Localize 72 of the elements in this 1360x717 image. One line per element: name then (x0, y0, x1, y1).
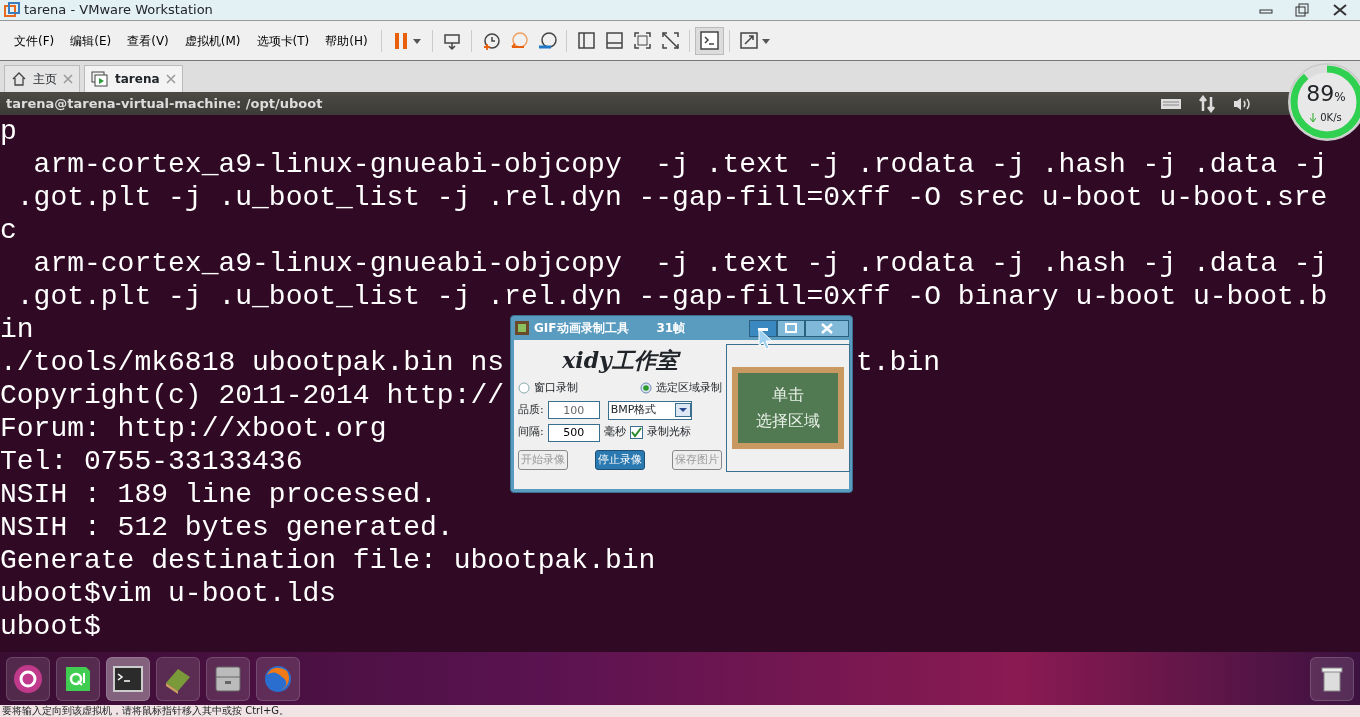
launcher-item[interactable] (6, 656, 50, 701)
terminal-line: Tel: 0755-33133436 (0, 445, 303, 478)
menu-item[interactable]: 编辑(E) (62, 31, 120, 50)
console-icon (698, 29, 720, 52)
terminal-line: uboot$ (0, 610, 101, 643)
crossed-frame-icon (659, 29, 680, 52)
checkbox-icon (629, 426, 643, 439)
chalkboard-panel[interactable]: 单击 选择区域 (726, 344, 850, 472)
window-title: tarena - VMware Workstation (24, 1, 213, 20)
sidebar-icon (575, 29, 596, 52)
terminal-line: c (0, 214, 17, 247)
vm-play-icon (91, 71, 109, 87)
panel-icon (603, 29, 624, 52)
menu-item[interactable]: 文件(F) (6, 31, 63, 50)
home-icon (11, 71, 27, 87)
dialog-title: GIF动画录制工具 (534, 320, 629, 337)
frame-count: 31帧 (656, 320, 686, 337)
terminal-line: arm-cortex_a9-linux-gnueabi-objcopy -j .text -j .rodata -j .hash -j .data -j (32, 247, 1328, 280)
usage-unit: % (1334, 89, 1346, 106)
radio-option[interactable]: 窗口录制 (518, 380, 578, 397)
app-logo-icon (4, 2, 20, 18)
down-arrow-icon (1310, 112, 1317, 123)
launcher-item[interactable] (206, 656, 250, 701)
terminal-line: .got.plt -j .u_boot_list -j .rel.dyn --gap-fill=0xff -O srec u-boot u-boot.sre (15, 181, 1328, 214)
chalkboard-text: 选择区域 (756, 410, 820, 432)
terminal-line: t.bin (856, 346, 941, 379)
tab[interactable]: tarena (84, 65, 183, 92)
recorder-button[interactable]: 停止录像 (595, 449, 645, 470)
terminal-line: in (0, 313, 34, 346)
menu-item[interactable]: 查看(V) (119, 31, 177, 50)
transfer-arrows-icon (1198, 94, 1216, 113)
terminal-line: NSIH : 189 line processed. (0, 478, 437, 511)
terminal-line: ./tools/mk6818 ubootpak.bin ns (0, 346, 505, 379)
speed-text: 0K/s (1320, 111, 1342, 125)
checkbox-option[interactable]: 录制光标 (629, 424, 691, 441)
logo-text: xidy工作室 (518, 344, 722, 376)
menu-item[interactable]: 选项卡(T) (248, 31, 318, 50)
film-app-icon (514, 320, 530, 336)
trash-launcher-item[interactable] (1310, 656, 1354, 701)
unit-label: 毫秒 (603, 424, 626, 441)
launcher-item[interactable] (56, 656, 100, 701)
cursor-icon (758, 328, 774, 350)
terminal-line: Copyright(c) 2011-2014 http:// (0, 379, 505, 412)
maximize-icon[interactable] (777, 319, 805, 337)
minimize-icon[interactable] (749, 319, 777, 337)
menu-item[interactable]: 帮助(H) (317, 31, 376, 50)
menu-item[interactable]: 虚拟机(M) (176, 31, 249, 50)
format-select[interactable]: BMP格式 (607, 400, 692, 420)
volume-icon (1232, 95, 1252, 112)
terminal-title: tarena@tarena-virtual-machine: /opt/uboot (6, 94, 323, 113)
usage-value: 89 (1306, 80, 1335, 108)
terminal-line: Generate destination file: ubootpak.bin (0, 544, 656, 577)
terminal-line: NSIH : 512 bytes generated. (0, 511, 454, 544)
fit-frame-icon (631, 29, 652, 52)
terminal-line: Forum: http://xboot.org (0, 412, 387, 445)
status-text: 要将输入定向到该虚拟机，请将鼠标指针移入其中或按 Ctrl+G。 (0, 705, 1360, 717)
keyboard-icon (1160, 96, 1182, 111)
tab[interactable]: 主页 (4, 65, 80, 92)
close-icon[interactable] (805, 319, 849, 337)
terminal-line: uboot$vim u-boot.lds (0, 577, 337, 610)
fullscreen-icon (738, 29, 771, 52)
field-label: 间隔: (518, 424, 544, 441)
field-label: 品质: (518, 401, 544, 418)
console-button[interactable] (694, 26, 724, 55)
launcher-item[interactable] (106, 656, 150, 701)
chalkboard-text: 单击 (772, 384, 804, 406)
terminal-line: .got.plt -j .u_boot_list -j .rel.dyn --gap-fill=0xff -O binary u-boot u-boot.b (15, 280, 1328, 313)
interval-field[interactable]: 500 (547, 423, 600, 442)
terminal-line: arm-cortex_a9-linux-gnueabi-objcopy -j .text -j .rodata -j .hash -j .data -j (32, 148, 1328, 181)
terminal-line: p (0, 115, 17, 148)
radio-option[interactable]: 选定区域录制 (640, 380, 722, 397)
quality-field[interactable]: 100 (547, 401, 600, 419)
